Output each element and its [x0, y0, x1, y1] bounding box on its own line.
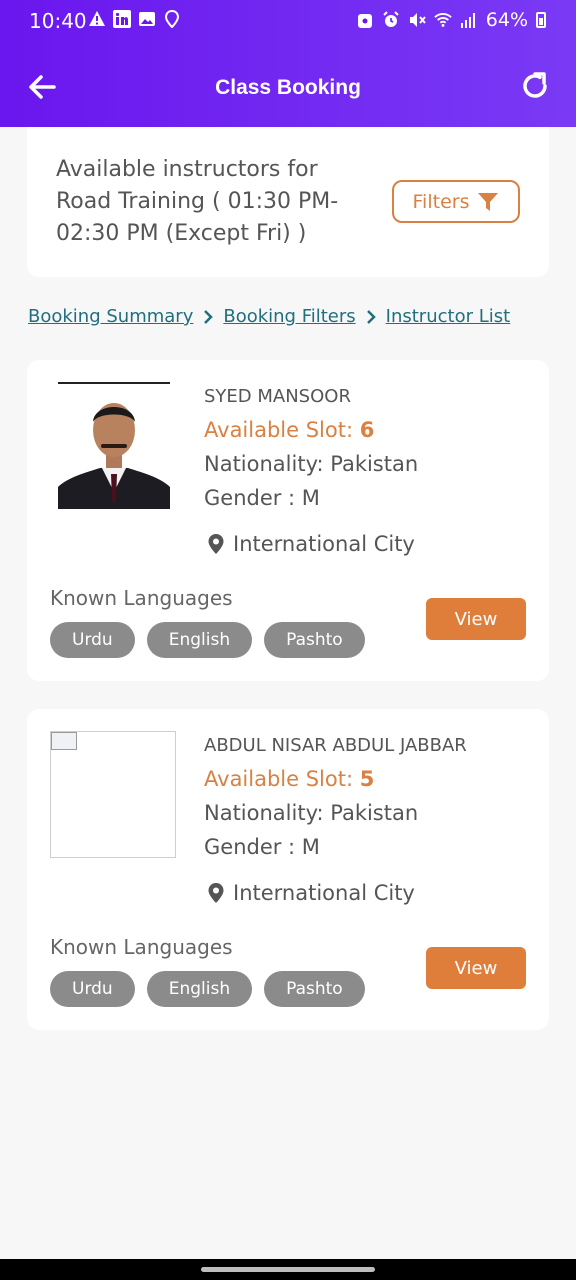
alarm-icon [382, 11, 400, 29]
signal-icon [460, 11, 478, 29]
availability-text: Available instructors for Road Training … [56, 157, 339, 246]
language-chip: Pashto [264, 971, 365, 1007]
image-icon [138, 10, 156, 28]
gender-text: Gender : M [204, 835, 320, 859]
language-chips: Urdu English Pashto [50, 971, 365, 1007]
linkedin-icon [113, 10, 131, 28]
location: International City [207, 532, 415, 556]
broken-image-icon [51, 732, 77, 750]
filters-label: Filters [412, 190, 470, 213]
mute-icon [408, 11, 426, 29]
known-languages-label: Known Languages [50, 586, 233, 610]
refresh-button[interactable] [520, 71, 550, 101]
app-bar: 10:40 64% Class Booking [0, 0, 576, 127]
battery-icon [536, 12, 546, 28]
status-bar: 10:40 64% [0, 0, 576, 44]
breadcrumb-instructor-list[interactable]: Instructor List [386, 306, 511, 327]
language-chip: Urdu [50, 971, 135, 1007]
lock-icon [356, 11, 374, 29]
language-chip: Urdu [50, 622, 135, 658]
slot-label: Available Slot: [204, 418, 354, 442]
slot-count: 5 [359, 767, 375, 791]
instructor-photo [50, 731, 176, 858]
status-time: 10:40 [29, 9, 87, 33]
availability-card: Available instructors for Road Training … [27, 127, 549, 277]
known-languages-label: Known Languages [50, 935, 233, 959]
chevron-right-icon [204, 309, 214, 324]
system-nav-bar [0, 1259, 576, 1280]
location-pin-icon [208, 883, 224, 903]
view-button[interactable]: View [426, 598, 526, 640]
instructor-card: SYED MANSOOR Available Slot: 6 Nationali… [27, 360, 549, 681]
filters-button[interactable]: Filters [392, 180, 520, 223]
instructor-name: ABDUL NISAR ABDUL JABBAR [204, 735, 467, 756]
location: International City [207, 881, 415, 905]
instructor-card: ABDUL NISAR ABDUL JABBAR Available Slot:… [27, 709, 549, 1030]
slot-label: Available Slot: [204, 767, 354, 791]
home-indicator[interactable] [201, 1267, 375, 1272]
nationality-text: Nationality: Pakistan [204, 452, 419, 476]
chevron-right-icon [366, 309, 376, 324]
battery-percent: 64% [485, 9, 528, 31]
language-chip: English [146, 971, 253, 1007]
language-chips: Urdu English Pashto [50, 622, 365, 658]
available-slot: Available Slot: 5 [204, 767, 374, 791]
nationality-text: Nationality: Pakistan [204, 801, 419, 825]
wifi-icon [434, 11, 452, 29]
breadcrumb-booking-filters[interactable]: Booking Filters [223, 306, 355, 327]
location-pin-icon [163, 10, 181, 28]
page-title: Class Booking [215, 76, 361, 99]
breadcrumb: Booking Summary Booking Filters Instruct… [28, 306, 510, 327]
available-slot: Available Slot: 6 [204, 418, 374, 442]
location-text: International City [233, 881, 415, 905]
view-button[interactable]: View [426, 947, 526, 989]
breadcrumb-booking-summary[interactable]: Booking Summary [28, 306, 193, 327]
gender-text: Gender : M [204, 486, 320, 510]
language-chip: Pashto [264, 622, 365, 658]
location-text: International City [233, 532, 415, 556]
slot-count: 6 [359, 418, 375, 442]
instructor-name: SYED MANSOOR [204, 386, 351, 407]
instructor-photo [58, 382, 170, 509]
refresh-icon [523, 72, 547, 98]
language-chip: English [146, 622, 253, 658]
warning-icon [88, 10, 106, 28]
funnel-icon [478, 192, 499, 211]
location-pin-icon [208, 534, 224, 554]
